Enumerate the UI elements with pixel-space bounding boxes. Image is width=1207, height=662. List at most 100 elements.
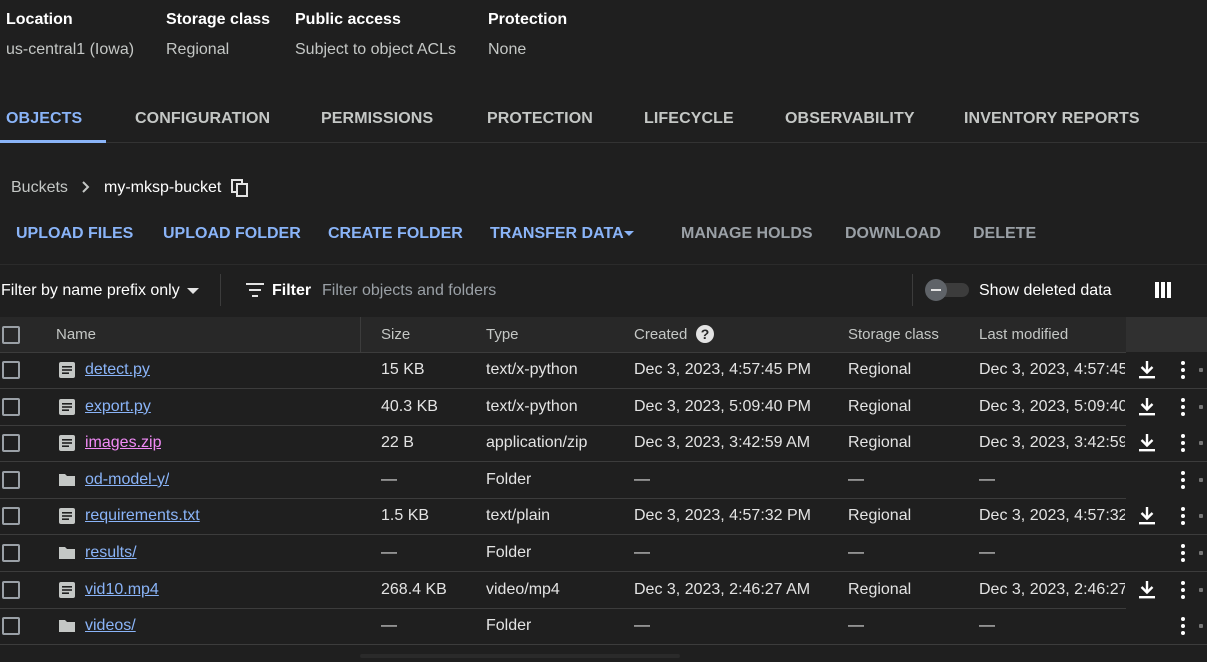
- table-row[interactable]: od-model-y/ — Folder — — —: [0, 461, 1207, 499]
- table-row[interactable]: images.zip 22 B application/zip Dec 3, 2023…: [0, 425, 1207, 463]
- row-checkbox[interactable]: [2, 470, 20, 489]
- table-header: Name Size Type Created ? Storage class L…: [0, 317, 1207, 353]
- object-type: Folder: [486, 544, 532, 561]
- download-icon[interactable]: [1138, 433, 1156, 453]
- table-row[interactable]: export.py 40.3 KB text/x-python Dec 3, 2023…: [0, 388, 1207, 426]
- manage-holds-button[interactable]: MANAGE HOLDS: [681, 224, 813, 244]
- row-checkbox[interactable]: [2, 361, 20, 379]
- row-checkbox[interactable]: [2, 617, 20, 636]
- column-header-type[interactable]: Type: [486, 317, 519, 352]
- object-name-link[interactable]: detect.py: [85, 361, 150, 378]
- object-last-modified: Dec 3, 2023, 5:09:40: [979, 397, 1125, 415]
- breadcrumb-bucket-name: my-mksp-bucket: [104, 179, 222, 196]
- help-icon[interactable]: ?: [696, 325, 714, 343]
- download-icon[interactable]: [1138, 360, 1156, 380]
- file-icon: [58, 434, 76, 452]
- object-storage-class: Regional: [848, 507, 912, 525]
- object-name-link[interactable]: videos/: [85, 617, 136, 634]
- object-name-link[interactable]: vid10.mp4: [85, 581, 159, 598]
- object-type: Folder: [486, 470, 532, 488]
- tab-observability[interactable]: OBSERVABILITY: [785, 102, 915, 136]
- object-name-link[interactable]: images.zip: [85, 434, 161, 451]
- column-header-created[interactable]: Created: [634, 317, 687, 352]
- more-options-icon[interactable]: [1179, 543, 1187, 563]
- object-created: Dec 3, 2023, 5:09:40 PM: [634, 397, 811, 415]
- download-button[interactable]: DOWNLOAD: [845, 224, 941, 244]
- tab-configuration[interactable]: CONFIGURATION: [135, 102, 270, 136]
- object-storage-class: Regional: [848, 434, 912, 452]
- upload-files-button[interactable]: UPLOAD FILES: [16, 224, 133, 244]
- more-options-icon[interactable]: [1179, 506, 1187, 526]
- object-type: text/x-python: [486, 397, 578, 415]
- tab-objects[interactable]: OBJECTS: [6, 102, 82, 136]
- file-icon: [58, 361, 76, 379]
- info-label: Public access: [295, 11, 401, 28]
- row-actions: [1126, 535, 1207, 571]
- more-options-icon[interactable]: [1179, 470, 1187, 490]
- more-options-icon[interactable]: [1179, 616, 1187, 636]
- tab-protection[interactable]: PROTECTION: [487, 102, 593, 136]
- more-options-icon[interactable]: [1179, 360, 1187, 380]
- breadcrumb-buckets[interactable]: Buckets: [11, 178, 68, 198]
- info-location: Location us-central1 (Iowa): [6, 10, 134, 60]
- object-type: text/x-python: [486, 361, 578, 378]
- overflow-indicator: [1199, 587, 1203, 592]
- object-created: —: [634, 544, 650, 561]
- table-row[interactable]: results/ — Folder — — —: [0, 535, 1207, 572]
- create-folder-button[interactable]: CREATE FOLDER: [328, 224, 463, 244]
- more-options-icon[interactable]: [1179, 433, 1187, 453]
- delete-button[interactable]: DELETE: [973, 224, 1036, 244]
- download-icon[interactable]: [1138, 580, 1156, 600]
- more-options-icon[interactable]: [1179, 580, 1187, 600]
- folder-icon: [58, 471, 76, 489]
- info-label: Protection: [488, 11, 568, 28]
- download-icon[interactable]: [1138, 506, 1156, 526]
- overflow-indicator: [1199, 551, 1203, 555]
- upload-folder-button[interactable]: UPLOAD FOLDER: [163, 224, 301, 244]
- object-name-link[interactable]: results/: [85, 544, 137, 561]
- column-display-icon[interactable]: [1155, 282, 1171, 298]
- select-all-checkbox[interactable]: [2, 326, 20, 344]
- row-checkbox[interactable]: [2, 580, 20, 599]
- table-row[interactable]: requirements.txt 1.5 KB text/plain Dec 3, 2…: [0, 498, 1207, 536]
- more-options-icon[interactable]: [1179, 397, 1187, 417]
- row-checkbox[interactable]: [2, 397, 20, 416]
- object-name-link[interactable]: export.py: [85, 398, 151, 415]
- info-value: us-central1 (Iowa): [6, 41, 135, 58]
- column-header-storage-class[interactable]: Storage class: [848, 317, 939, 352]
- object-name-link[interactable]: requirements.txt: [85, 507, 200, 524]
- object-created: Dec 3, 2023, 4:57:32 PM: [634, 507, 811, 525]
- filter-icon: [246, 283, 264, 297]
- show-deleted-toggle[interactable]: [925, 279, 969, 301]
- filter-input[interactable]: [320, 277, 884, 305]
- info-value: Regional: [166, 41, 230, 58]
- show-deleted-label: Show deleted data: [979, 282, 1112, 299]
- copy-icon[interactable]: [231, 179, 249, 197]
- object-created: Dec 3, 2023, 2:46:27 AM: [634, 580, 811, 598]
- tab-inventory-reports[interactable]: INVENTORY REPORTS: [964, 102, 1140, 136]
- column-header-size[interactable]: Size: [381, 317, 410, 352]
- row-checkbox[interactable]: [2, 434, 20, 453]
- table-row[interactable]: videos/ — Folder — — —: [0, 608, 1207, 646]
- tab-bar: OBJECTS CONFIGURATION PERMISSIONS PROTEC…: [0, 102, 1207, 143]
- table-row[interactable]: vid10.mp4 268.4 KB video/mp4 Dec 3, 2023, 2…: [0, 571, 1207, 609]
- horizontal-scrollbar[interactable]: [360, 654, 680, 658]
- download-icon[interactable]: [1138, 397, 1156, 417]
- tab-lifecycle[interactable]: LIFECYCLE: [644, 102, 734, 136]
- overflow-indicator: [1199, 514, 1203, 519]
- transfer-data-button[interactable]: TRANSFER DATA: [490, 224, 624, 244]
- filter-mode-select[interactable]: Filter by name prefix only: [1, 281, 180, 301]
- table-row[interactable]: detect.py 15 KB text/x-python Dec 3, 2023, …: [0, 352, 1207, 389]
- object-storage-class: Regional: [848, 397, 912, 415]
- filter-label: Filter: [272, 282, 312, 299]
- object-name-link[interactable]: od-model-y/: [85, 471, 169, 488]
- object-created: Dec 3, 2023, 4:57:45 PM: [634, 361, 811, 378]
- row-checkbox[interactable]: [2, 507, 20, 526]
- folder-icon: [58, 544, 76, 562]
- divider: [220, 274, 221, 306]
- tab-permissions[interactable]: PERMISSIONS: [321, 102, 433, 136]
- column-header-name[interactable]: Name: [56, 317, 96, 352]
- row-checkbox[interactable]: [2, 544, 20, 562]
- object-type: text/plain: [486, 507, 551, 525]
- column-header-last-modified[interactable]: Last modified: [979, 317, 1068, 352]
